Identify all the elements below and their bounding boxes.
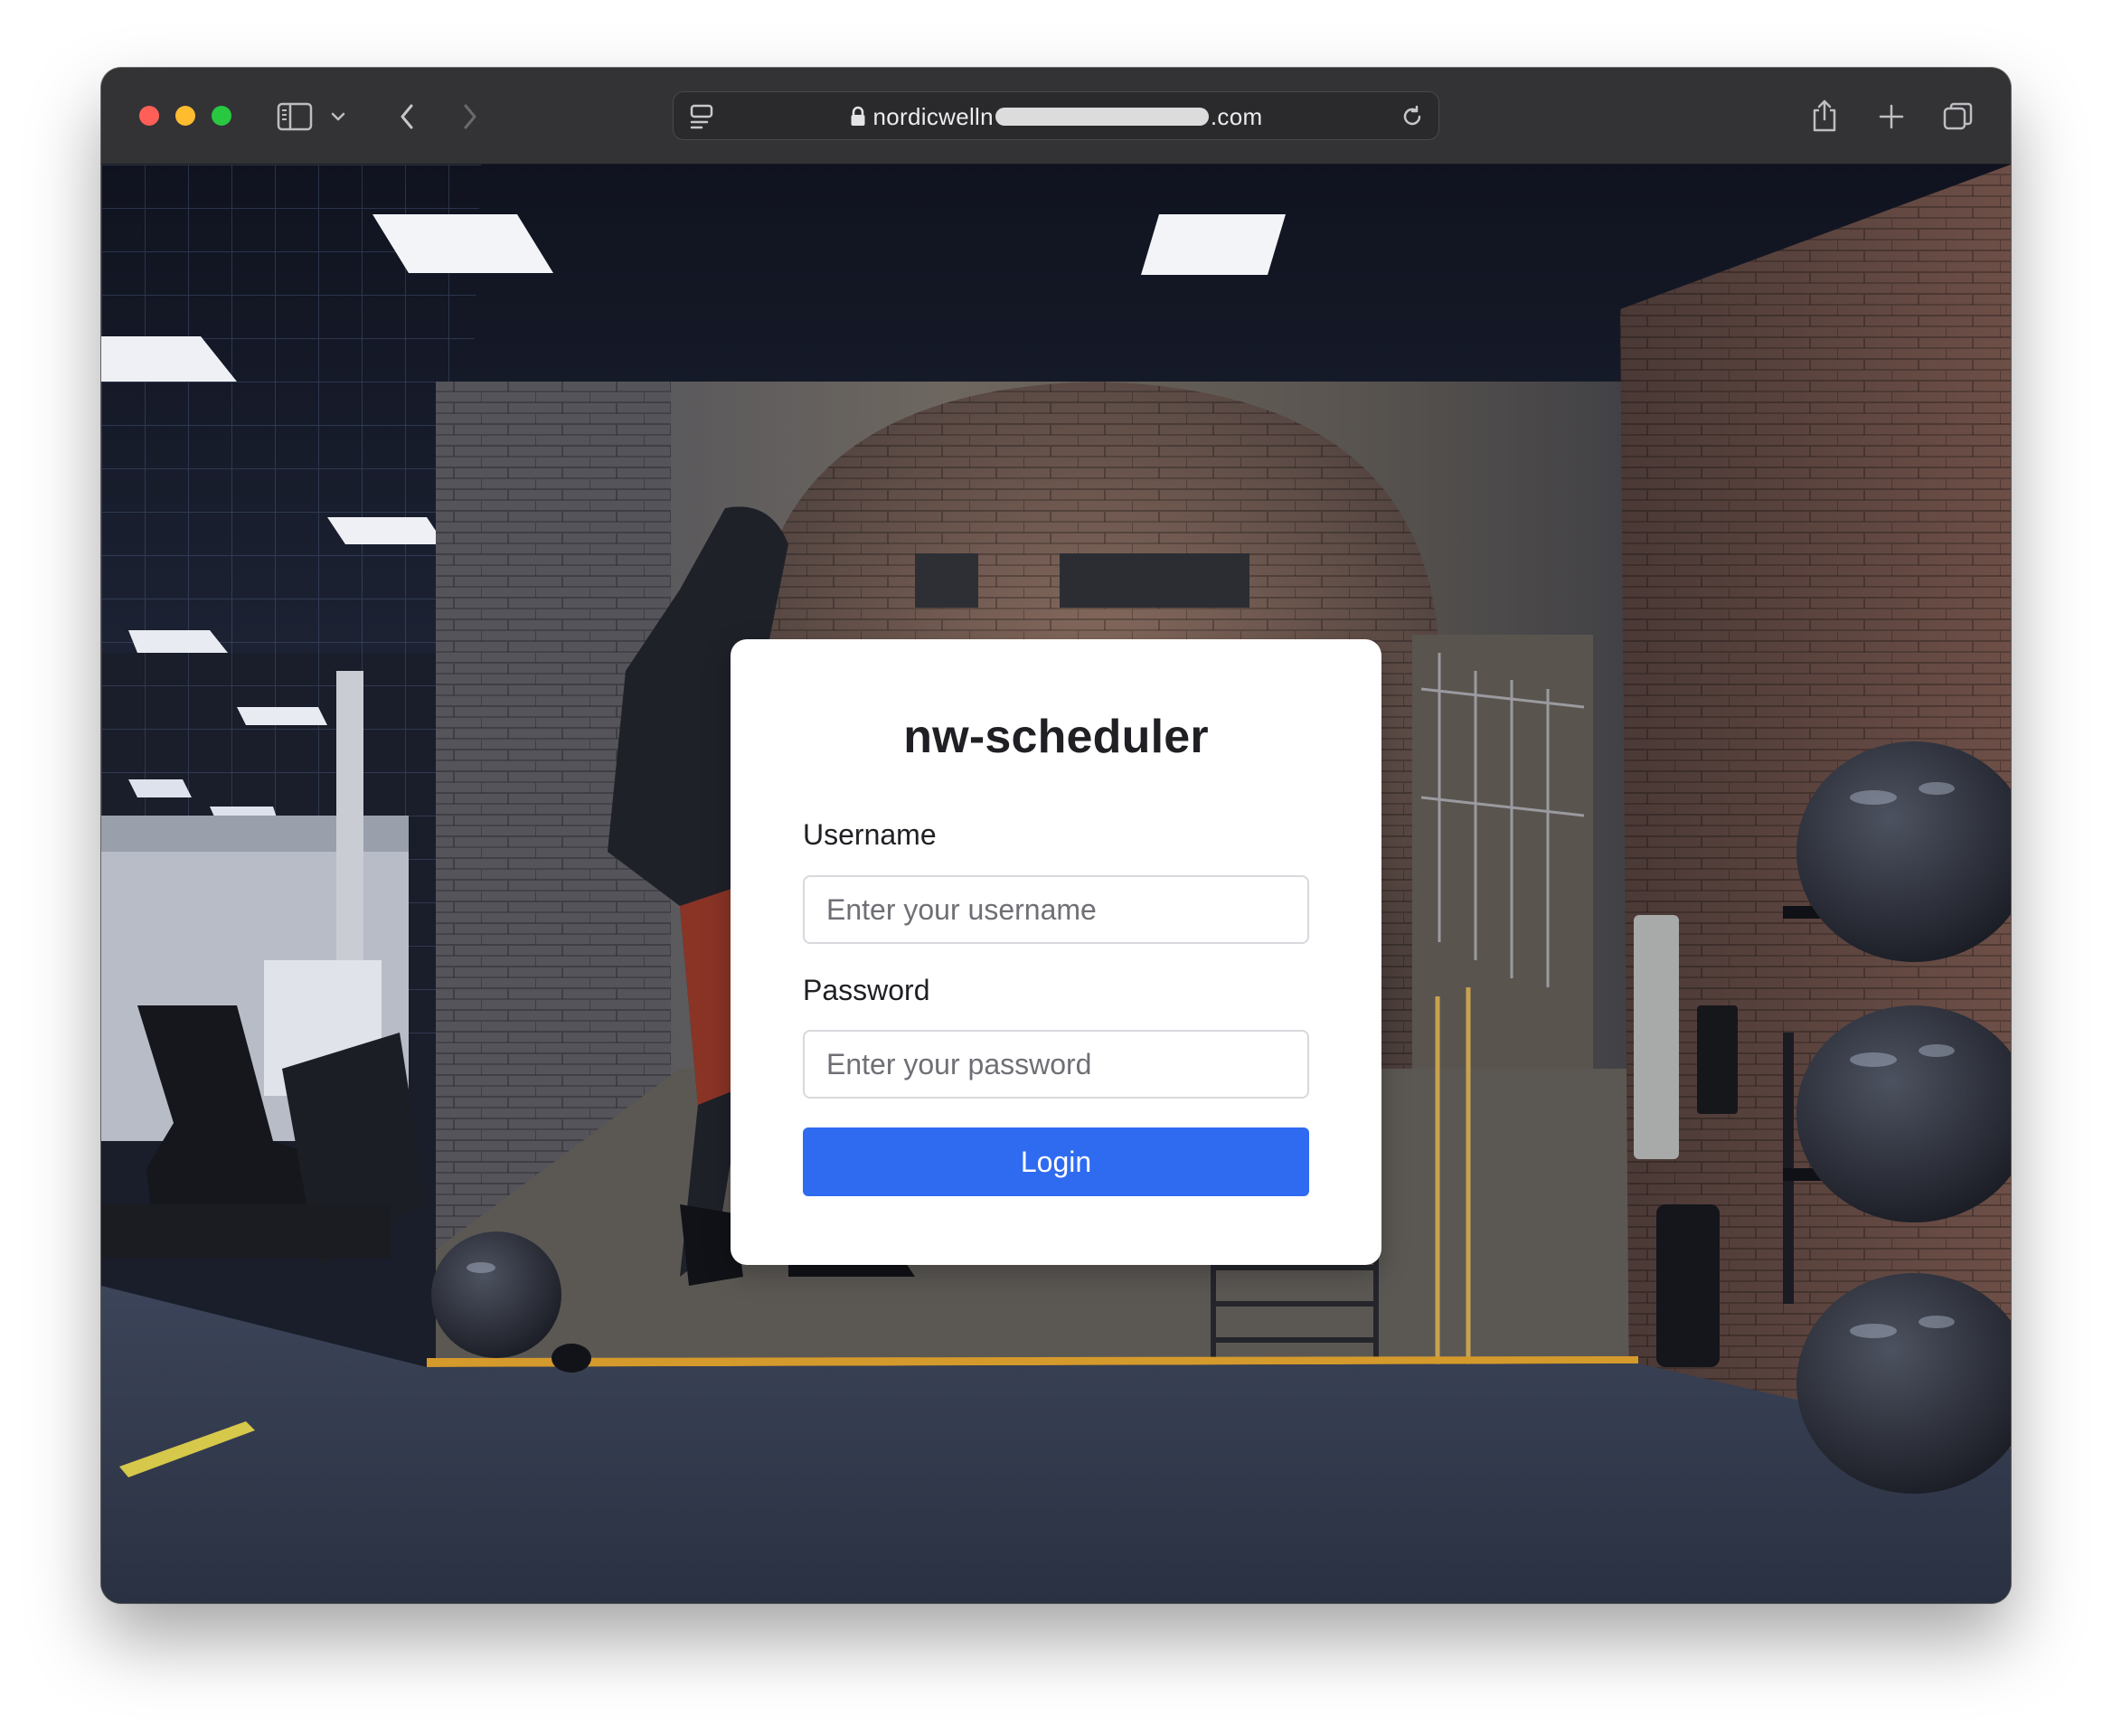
chevron-right-icon[interactable]: [456, 99, 485, 135]
redacted-url-segment: [995, 108, 1209, 126]
url-text: nordicwelln .com: [674, 103, 1438, 134]
url-suffix: .com: [1210, 103, 1263, 130]
close-window-button[interactable]: [139, 106, 159, 126]
browser-toolbar: nordicwelln .com: [101, 68, 2011, 165]
screenshot-stage: nordicwelln .com nw-scheduler Username E…: [0, 0, 2112, 1736]
sidebar-icon[interactable]: [275, 99, 315, 135]
username-label: Username: [803, 818, 937, 851]
password-label: Password: [803, 974, 930, 1006]
chevron-left-icon[interactable]: [392, 99, 421, 135]
login-card: nw-scheduler Username Password Login: [731, 639, 1381, 1265]
username-input[interactable]: [803, 875, 1309, 944]
app-title: nw-scheduler: [903, 711, 1209, 763]
chevron-down-icon[interactable]: [327, 104, 349, 129]
lock-icon: [850, 106, 866, 134]
login-button[interactable]: Login: [803, 1127, 1309, 1196]
plus-icon[interactable]: [1875, 100, 1908, 133]
zoom-window-button[interactable]: [212, 106, 231, 126]
page-content: nw-scheduler Username Password Login: [101, 165, 2011, 1603]
minimize-window-button[interactable]: [175, 106, 195, 126]
password-input[interactable]: [803, 1030, 1309, 1099]
browser-window: nordicwelln .com nw-scheduler Username E…: [101, 68, 2011, 1603]
reload-icon[interactable]: [1397, 101, 1428, 132]
share-icon[interactable]: [1806, 95, 1843, 137]
url-prefix: nordicwelln: [872, 103, 994, 130]
address-bar[interactable]: nordicwelln .com: [673, 91, 1439, 140]
tabs-icon[interactable]: [1940, 99, 1976, 135]
